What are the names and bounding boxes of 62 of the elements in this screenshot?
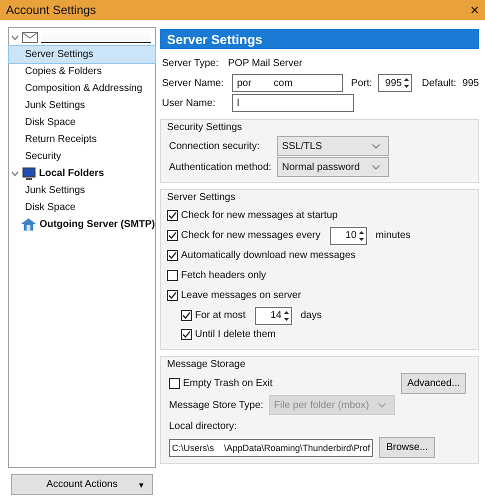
field-label: User Name:	[162, 98, 216, 108]
tree-item[interactable]: Disk Space	[9, 114, 155, 131]
field-label: Local directory:	[169, 420, 237, 432]
directory-field[interactable]: C:\Users\s \AppData\Roaming\Thunderbird\Prof	[169, 438, 374, 456]
close-button[interactable]: ×	[470, 2, 479, 18]
dropdown[interactable]: SSL/TLS	[277, 136, 389, 156]
monitor-icon	[22, 166, 36, 180]
unit-label: minutes	[376, 230, 411, 241]
dropdown[interactable]: Normal password	[277, 157, 389, 177]
field-label: Server Type:	[162, 58, 220, 68]
default-port: 995	[462, 78, 479, 88]
page-header: Server Settings	[160, 29, 479, 49]
checkbox[interactable]	[169, 378, 180, 389]
tree-item[interactable]: Return Receipts	[9, 131, 155, 148]
advanced-button[interactable]: Advanced...	[401, 373, 466, 394]
checkbox[interactable]	[167, 290, 178, 301]
group-title: Message Storage	[167, 359, 246, 370]
user-name-field[interactable]: l	[232, 94, 354, 112]
tree-item[interactable]: Junk Settings	[9, 182, 155, 199]
caret-icon	[372, 144, 380, 148]
tree-item[interactable]: Local Folders	[9, 165, 155, 182]
server-type-value: POP Mail Server	[228, 58, 302, 68]
port-spinner[interactable]: 995	[378, 74, 412, 92]
unit-label: days	[300, 310, 322, 321]
option-label: Check for new messages at startup	[181, 210, 338, 221]
tree-item[interactable]: Junk Settings	[9, 97, 155, 114]
checkbox[interactable]	[167, 270, 178, 281]
tree-item[interactable]: Composition & Addressing	[9, 80, 155, 97]
field-label: Server Name:	[162, 78, 222, 88]
caret-icon	[378, 402, 386, 408]
checkbox[interactable]	[167, 250, 178, 261]
checkbox[interactable]	[181, 310, 192, 321]
option-label: Check for new messages every	[181, 230, 321, 241]
option-label: For at most	[195, 310, 246, 321]
caret-icon	[372, 164, 380, 170]
checkbox[interactable]	[167, 230, 178, 241]
checkbox[interactable]	[181, 329, 192, 340]
option-label: Empty Trash on Exit	[183, 378, 272, 389]
envelope-icon	[22, 32, 38, 43]
option-label: Fetch headers only	[181, 270, 266, 281]
tree-item[interactable]: Disk Space	[9, 199, 155, 216]
browse-button[interactable]: Browse...	[379, 437, 436, 458]
group-title: Security Settings	[167, 122, 244, 133]
group-title: Server Settings	[167, 192, 236, 203]
window-title: Account Settings	[6, 3, 96, 17]
option-label: Until I delete them	[195, 329, 276, 340]
default-label: Default:	[422, 78, 456, 88]
tree-item[interactable]: Copies & Folders	[9, 63, 155, 80]
field-label: Message Store Type:	[169, 400, 263, 410]
tree-item[interactable]: Outgoing Server (SMTP)	[9, 216, 155, 233]
checkbox[interactable]	[167, 210, 178, 221]
field-label: Connection security:	[169, 140, 261, 152]
tree-item[interactable]: Server Settings	[9, 46, 155, 63]
number-spinner[interactable]: 10	[330, 226, 367, 244]
server-name-field[interactable]: por com	[232, 74, 344, 92]
tree-item[interactable]: Security	[9, 148, 155, 165]
field-label: Authentication method:	[169, 162, 271, 172]
account-actions-button[interactable]: Account Actions ▾	[11, 474, 153, 495]
number-spinner[interactable]: 14	[254, 306, 292, 324]
option-label: Leave messages on server	[181, 290, 302, 301]
field-label: Port:	[351, 78, 372, 88]
option-label: Automatically download new messages	[181, 250, 356, 261]
